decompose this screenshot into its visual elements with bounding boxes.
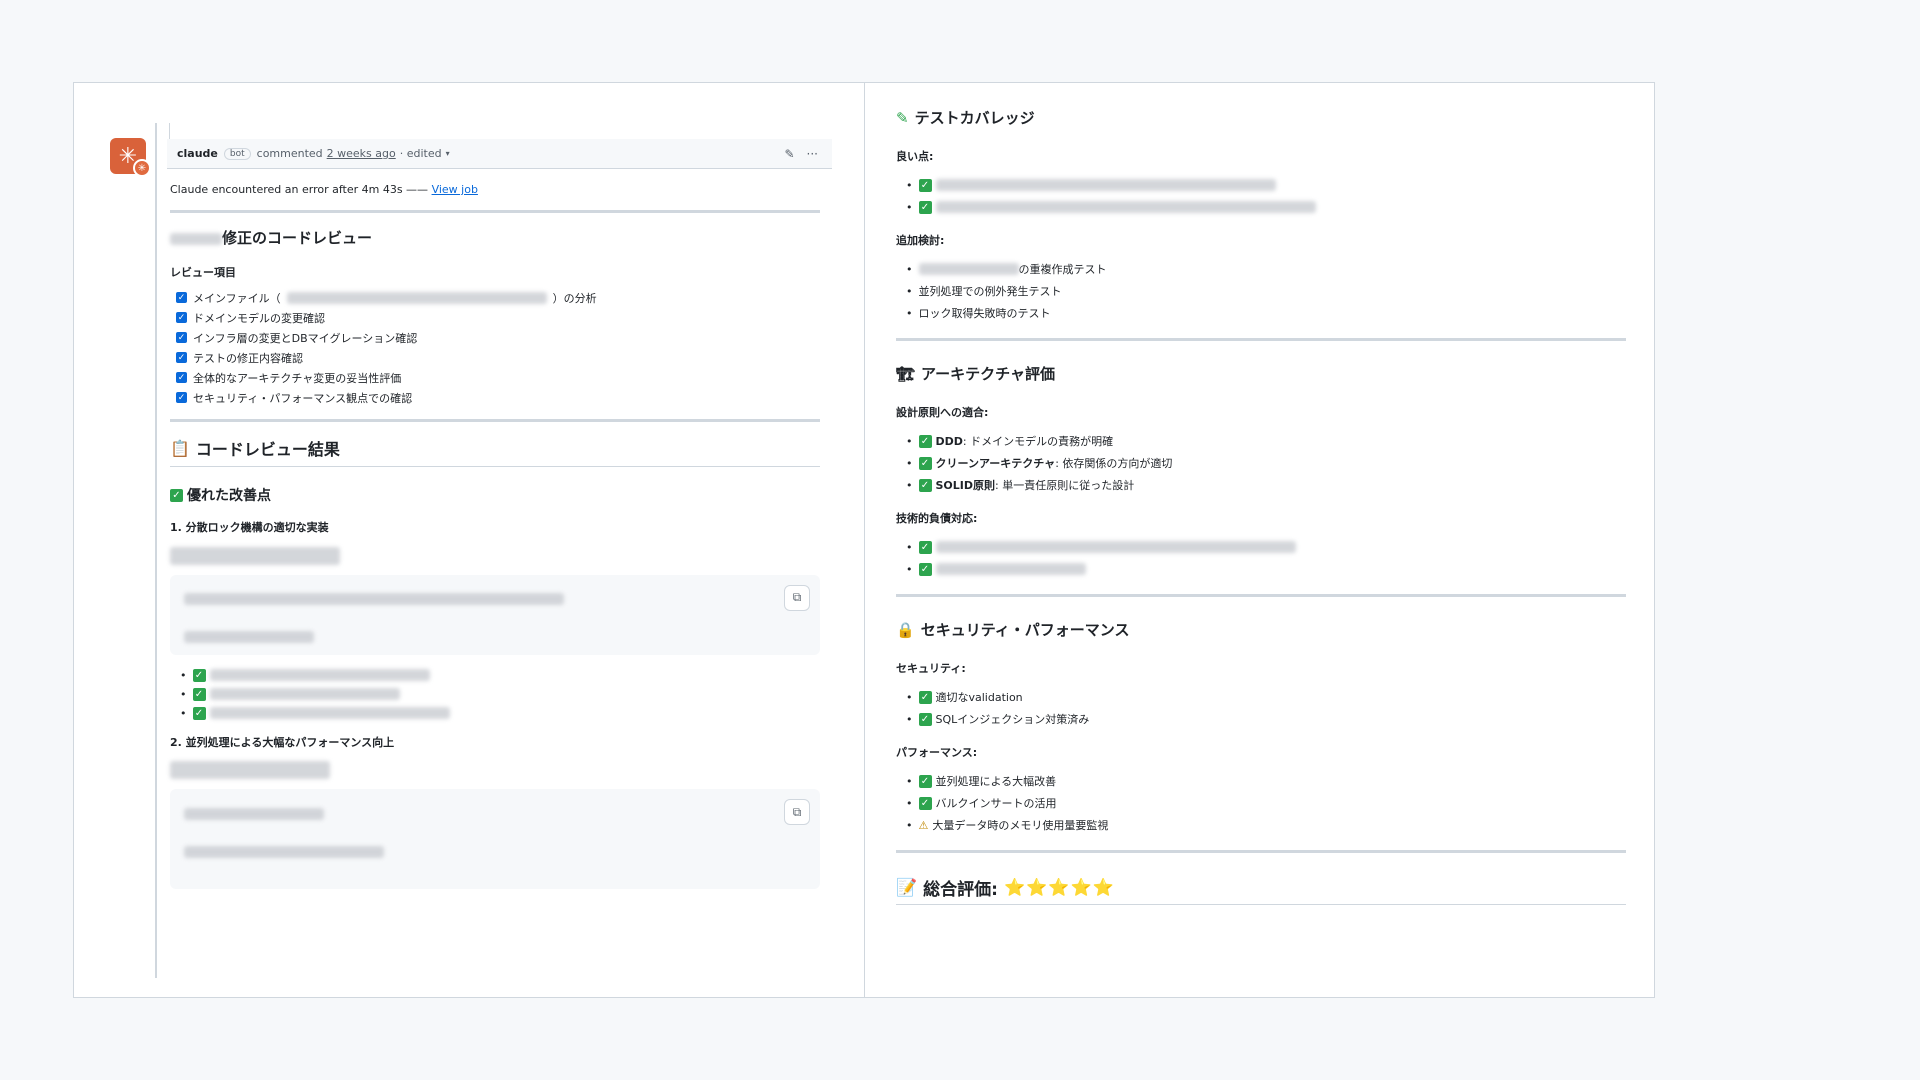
check-mark-icon: ✓ bbox=[192, 706, 206, 720]
checklist-item: ✓ セキュリティ・パフォーマンス観点での確認 bbox=[176, 391, 413, 405]
list-item: ✓ bbox=[180, 687, 820, 701]
check-mark-icon: ✓ bbox=[918, 200, 932, 214]
screenshot-frame: ✳ ✳ claude bot commented 2 weeks ago · e… bbox=[73, 82, 1655, 998]
test-coverage-heading: ✎ テストカバレッジ bbox=[896, 108, 1035, 128]
code-block: ⧉ bbox=[170, 574, 820, 655]
comment-body: Claude encountered an error after 4m 43s… bbox=[170, 183, 820, 903]
column-divider bbox=[864, 83, 865, 997]
check-mark-icon: ✓ bbox=[192, 668, 206, 682]
list-item: ✓ bbox=[906, 178, 1636, 192]
divider bbox=[896, 594, 1626, 597]
divider bbox=[170, 419, 820, 422]
security-label: セキュリティ: bbox=[896, 662, 966, 675]
check-mark-icon: ✓ bbox=[918, 434, 932, 448]
checkbox-checked-icon[interactable]: ✓ bbox=[176, 292, 187, 303]
view-job-link[interactable]: View job bbox=[432, 183, 478, 196]
check-mark-icon: ✓ bbox=[192, 687, 206, 701]
point2-heading: 2. 並列処理による大幅なパフォーマンス向上 bbox=[170, 735, 395, 749]
check-mark-icon: ✓ bbox=[918, 540, 932, 554]
list-item: ✓バルクインサートの活用 bbox=[906, 796, 1636, 810]
right-column: ✎テストカバレッジ 良い点: ✓ ✓ 追加検討: の重複作成テスト 並列処理での… bbox=[896, 107, 1636, 925]
checkbox-checked-icon[interactable]: ✓ bbox=[176, 312, 187, 323]
review-result-heading: 📋 コードレビュー結果 bbox=[170, 436, 820, 467]
check-mark-icon: ✓ bbox=[170, 488, 183, 502]
list-item: ✓ bbox=[906, 540, 1636, 554]
check-mark-icon: ✓ bbox=[918, 456, 932, 470]
list-item: ✓並列処理による大幅改善 bbox=[906, 774, 1636, 788]
warning-icon: ⚠ bbox=[918, 818, 929, 832]
list-item: ⚠大量データ時のメモリ使用量要監視 bbox=[906, 818, 1636, 833]
list-item: ✓ bbox=[180, 706, 820, 720]
comment-time-link[interactable]: 2 weeks ago bbox=[327, 147, 396, 160]
divider bbox=[896, 338, 1626, 341]
point1-heading: 1. 分散ロック機構の適切な実装 bbox=[170, 521, 329, 534]
pencil-icon[interactable]: ✎ bbox=[784, 147, 794, 161]
checklist-item: ✓ ドメインモデルの変更確認 bbox=[176, 311, 325, 325]
star-rating: ⭐⭐⭐⭐⭐ bbox=[1003, 877, 1115, 898]
performance-label: パフォーマンス: bbox=[896, 746, 978, 759]
check-mark-icon: ✓ bbox=[918, 774, 932, 788]
code-block: ⧉ bbox=[170, 789, 820, 889]
check-mark-icon: ✓ bbox=[918, 690, 932, 704]
list-item: ロック取得失敗時のテスト bbox=[906, 306, 1636, 320]
checkbox-checked-icon[interactable]: ✓ bbox=[176, 332, 187, 343]
redacted-text bbox=[170, 546, 340, 565]
left-column: ✳ ✳ claude bot commented 2 weeks ago · e… bbox=[74, 83, 864, 997]
timeline-connector bbox=[169, 123, 170, 139]
redacted-text bbox=[170, 761, 330, 779]
architecture-heading: 🏗 アーキテクチャ評価 bbox=[896, 364, 1055, 384]
list-item: ✓SOLID原則: 単一責任原則に従った設計 bbox=[906, 478, 1636, 492]
chevron-down-icon[interactable]: ▾ bbox=[446, 149, 450, 158]
list-item: ✓ bbox=[180, 668, 820, 682]
memo-icon: 📝 bbox=[896, 877, 918, 898]
list-item: の重複作成テスト bbox=[906, 262, 1636, 276]
list-item: ✓ bbox=[906, 562, 1636, 576]
check-mark-icon: ✓ bbox=[918, 712, 932, 726]
security-performance-heading: 🔒 セキュリティ・パフォーマンス bbox=[896, 620, 1130, 640]
comment-action: commented bbox=[256, 147, 323, 160]
check-mark-icon: ✓ bbox=[918, 478, 932, 492]
bot-label: bot bbox=[223, 147, 251, 160]
good-points-label: 良い点: bbox=[896, 150, 934, 163]
comment-header: claude bot commented 2 weeks ago · edite… bbox=[167, 139, 832, 169]
list-item: ✓適切なvalidation bbox=[906, 690, 1636, 704]
lock-icon: 🔒 bbox=[896, 620, 915, 639]
list-item: ✓DDD: ドメインモデルの責務が明確 bbox=[906, 434, 1636, 448]
more-options-icon[interactable]: ··· bbox=[807, 147, 818, 161]
clipboard-icon: 📋 bbox=[170, 438, 190, 458]
checklist-item: ✓ 全体的なアーキテクチャ変更の妥当性評価 bbox=[176, 371, 402, 385]
check-mark-icon: ✓ bbox=[918, 562, 932, 576]
list-item: ✓SQLインジェクション対策済み bbox=[906, 712, 1636, 726]
review-items-heading: レビュー項目 bbox=[170, 266, 236, 279]
copy-icon[interactable]: ⧉ bbox=[784, 799, 810, 825]
copy-icon[interactable]: ⧉ bbox=[784, 584, 810, 611]
list-item: 並列処理での例外発生テスト bbox=[906, 284, 1636, 298]
redacted-text bbox=[170, 232, 222, 245]
comment-author[interactable]: claude bbox=[177, 147, 218, 160]
check-mark-icon: ✓ bbox=[918, 178, 932, 192]
building-icon: 🏗 bbox=[896, 364, 916, 383]
design-principles-label: 設計原則への適合: bbox=[896, 406, 989, 419]
edited-label[interactable]: · edited bbox=[400, 147, 442, 160]
checklist-item: ✓ テストの修正内容確認 bbox=[176, 351, 303, 365]
checkbox-checked-icon[interactable]: ✓ bbox=[176, 392, 187, 403]
error-message: Claude encountered an error after 4m 43s… bbox=[170, 183, 478, 196]
list-item: ✓ bbox=[906, 200, 1636, 214]
checklist-item: ✓ メインファイル（ ）の分析 bbox=[176, 291, 597, 305]
good-points-heading: ✓ 優れた改善点 bbox=[170, 485, 820, 505]
review-title: 修正のコードレビュー bbox=[170, 227, 820, 248]
checkbox-checked-icon[interactable]: ✓ bbox=[176, 352, 187, 363]
divider bbox=[170, 210, 820, 213]
pencil-icon: ✎ bbox=[896, 108, 909, 127]
checklist-item: ✓ インフラ層の変更とDBマイグレーション確認 bbox=[176, 331, 418, 345]
bot-badge-icon: ✳ bbox=[133, 159, 151, 177]
divider bbox=[896, 850, 1626, 853]
additional-label: 追加検討: bbox=[896, 234, 945, 247]
check-mark-icon: ✓ bbox=[918, 796, 932, 810]
list-item: ✓クリーンアーキテクチャ: 依存関係の方向が適切 bbox=[906, 456, 1636, 470]
checkbox-checked-icon[interactable]: ✓ bbox=[176, 372, 187, 383]
tech-debt-label: 技術的負債対応: bbox=[896, 512, 978, 525]
timeline-line bbox=[155, 123, 157, 978]
overall-rating-heading: 📝 総合評価: ⭐⭐⭐⭐⭐ bbox=[896, 875, 1626, 905]
